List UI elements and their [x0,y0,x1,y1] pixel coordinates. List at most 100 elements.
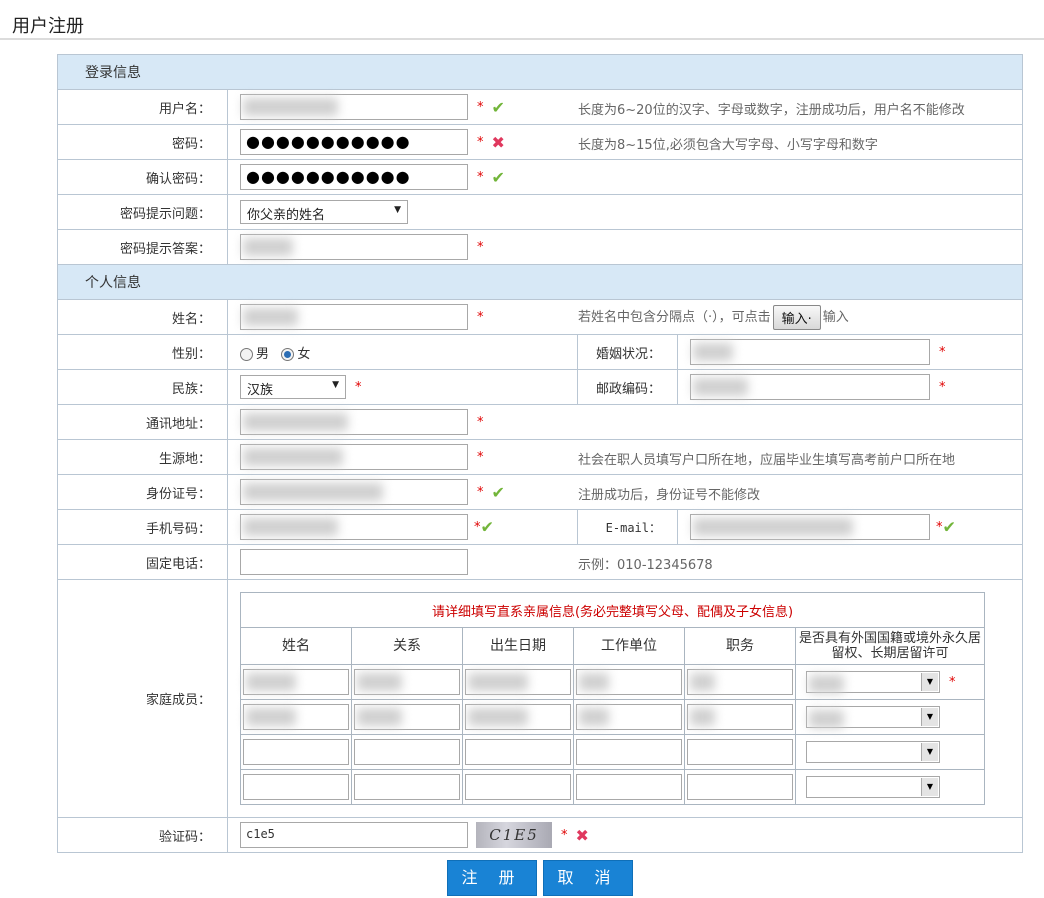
family-cell [573,699,685,735]
id-number-input[interactable] [240,479,468,505]
username-label: 用户名： [57,89,228,125]
action-buttons: 注 册取 消 [447,860,639,896]
dropdown-arrow-icon[interactable]: ▼ [921,778,938,796]
address-label: 通讯地址： [57,404,228,440]
family-cell-input[interactable] [687,704,793,730]
username-input[interactable] [240,94,468,120]
gender-female-label: 女 [297,346,311,362]
family-cell-input[interactable] [576,704,682,730]
dropdown-arrow-icon[interactable]: ▼ [921,743,938,761]
family-cell-input[interactable] [687,774,793,800]
family-cell-input[interactable] [243,669,349,695]
check-icon: ✔ [491,167,505,187]
check-icon: ✔ [491,482,505,502]
family-column-header: 关系 [351,627,463,665]
id-number-label: 身份证号： [57,474,228,510]
family-cell-input[interactable] [465,704,571,730]
section-login-info: 登录信息 [57,54,1023,90]
family-label: 家庭成员： [57,579,228,818]
gender-female-radio[interactable] [281,347,295,361]
check-icon: ✔ [942,517,956,537]
password-answer-input[interactable] [240,234,468,260]
ethnicity-select[interactable]: 汉族 ▼ [240,375,346,399]
landline-input[interactable] [240,549,468,575]
insert-dot-button[interactable]: 输入· [772,305,821,330]
origin-input[interactable] [240,444,468,470]
dropdown-arrow-icon: ▼ [394,205,401,215]
family-cell-input[interactable] [687,739,793,765]
required-mark: * [477,99,484,115]
captcha-image[interactable]: C1E5 [476,822,552,848]
required-mark: * [561,827,568,843]
name-input[interactable] [240,304,468,330]
family-cell [684,699,796,735]
family-cell: ▼ * [794,664,986,700]
required-mark: * [477,414,484,430]
postcode-input[interactable] [690,374,930,400]
confirm-password-input[interactable]: ●●●●●●●●●●● [240,164,468,190]
required-mark: * [477,134,484,150]
section-personal-info: 个人信息 [57,264,1023,300]
family-cell-input[interactable] [354,774,460,800]
dropdown-arrow-icon[interactable]: ▼ [921,708,938,726]
gender-male-radio[interactable] [240,347,253,361]
family-cell-input[interactable] [354,739,460,765]
register-button[interactable]: 注 册 [447,860,537,896]
name-hint-text: 若姓名中包含分隔点（·），可点击 [578,310,771,325]
family-column-header: 工作单位 [573,627,685,665]
family-cell [462,734,574,770]
ethnicity-value: 汉族 [247,383,274,398]
captcha-input[interactable]: c1e5 [240,822,468,848]
family-row: ▼ [240,699,986,735]
password-question-select[interactable]: 你父亲的姓名 ▼ [240,200,408,224]
family-cell [462,664,574,700]
family-cell-input[interactable] [576,669,682,695]
family-cell-input[interactable] [243,774,349,800]
family-cell-input[interactable] [576,774,682,800]
dropdown-arrow-icon[interactable]: ▼ [921,673,938,691]
check-icon: ✔ [480,517,494,537]
password-input[interactable]: ●●●●●●●●●●● [240,129,468,155]
landline-label: 固定电话： [57,544,228,580]
foreign-residency-select[interactable]: ▼ [806,671,940,693]
family-cell-input[interactable] [243,704,349,730]
ethnicity-label: 民族： [57,369,228,405]
family-table: 请详细填写直系亲属信息(务必完整填写父母、配偶及子女信息) 姓名 关系 出生日期 工作… [239,592,986,805]
family-column-header: 职务 [684,627,796,665]
name-hint-suffix: 输入 [822,310,849,325]
required-mark: * [477,449,484,465]
mobile-input[interactable] [240,514,468,540]
foreign-residency-select[interactable]: ▼ [806,706,940,728]
password-question-value: 你父亲的姓名 [247,208,326,223]
family-cell-input[interactable] [243,739,349,765]
family-cell-input[interactable] [576,739,682,765]
family-cell-input[interactable] [465,774,571,800]
check-icon: ✔ [491,97,505,117]
foreign-residency-select[interactable]: ▼ [806,741,940,763]
required-mark: * [477,309,484,325]
family-cell-input[interactable] [354,669,460,695]
dropdown-arrow-icon: ▼ [332,380,339,390]
gender-male-label: 男 [256,346,270,362]
required-mark: * [477,169,484,185]
marital-input[interactable] [690,339,930,365]
family-cell-input[interactable] [354,704,460,730]
foreign-residency-select[interactable]: ▼ [806,776,940,798]
family-column-header: 出生日期 [462,627,574,665]
family-cell [684,664,796,700]
family-cell-input[interactable] [687,669,793,695]
required-mark: * [939,344,946,360]
family-cell [240,734,352,770]
marital-label: 婚姻状况： [577,334,678,370]
cancel-button[interactable]: 取 消 [543,860,633,896]
required-mark: * [477,484,484,500]
family-cell-input[interactable] [465,739,571,765]
name-label: 姓名： [57,299,228,335]
required-mark: * [939,379,946,395]
address-input[interactable] [240,409,468,435]
family-cell [240,699,352,735]
email-input[interactable] [690,514,930,540]
family-cell [240,769,352,805]
family-column-header: 姓名 [240,627,352,665]
family-cell-input[interactable] [465,669,571,695]
